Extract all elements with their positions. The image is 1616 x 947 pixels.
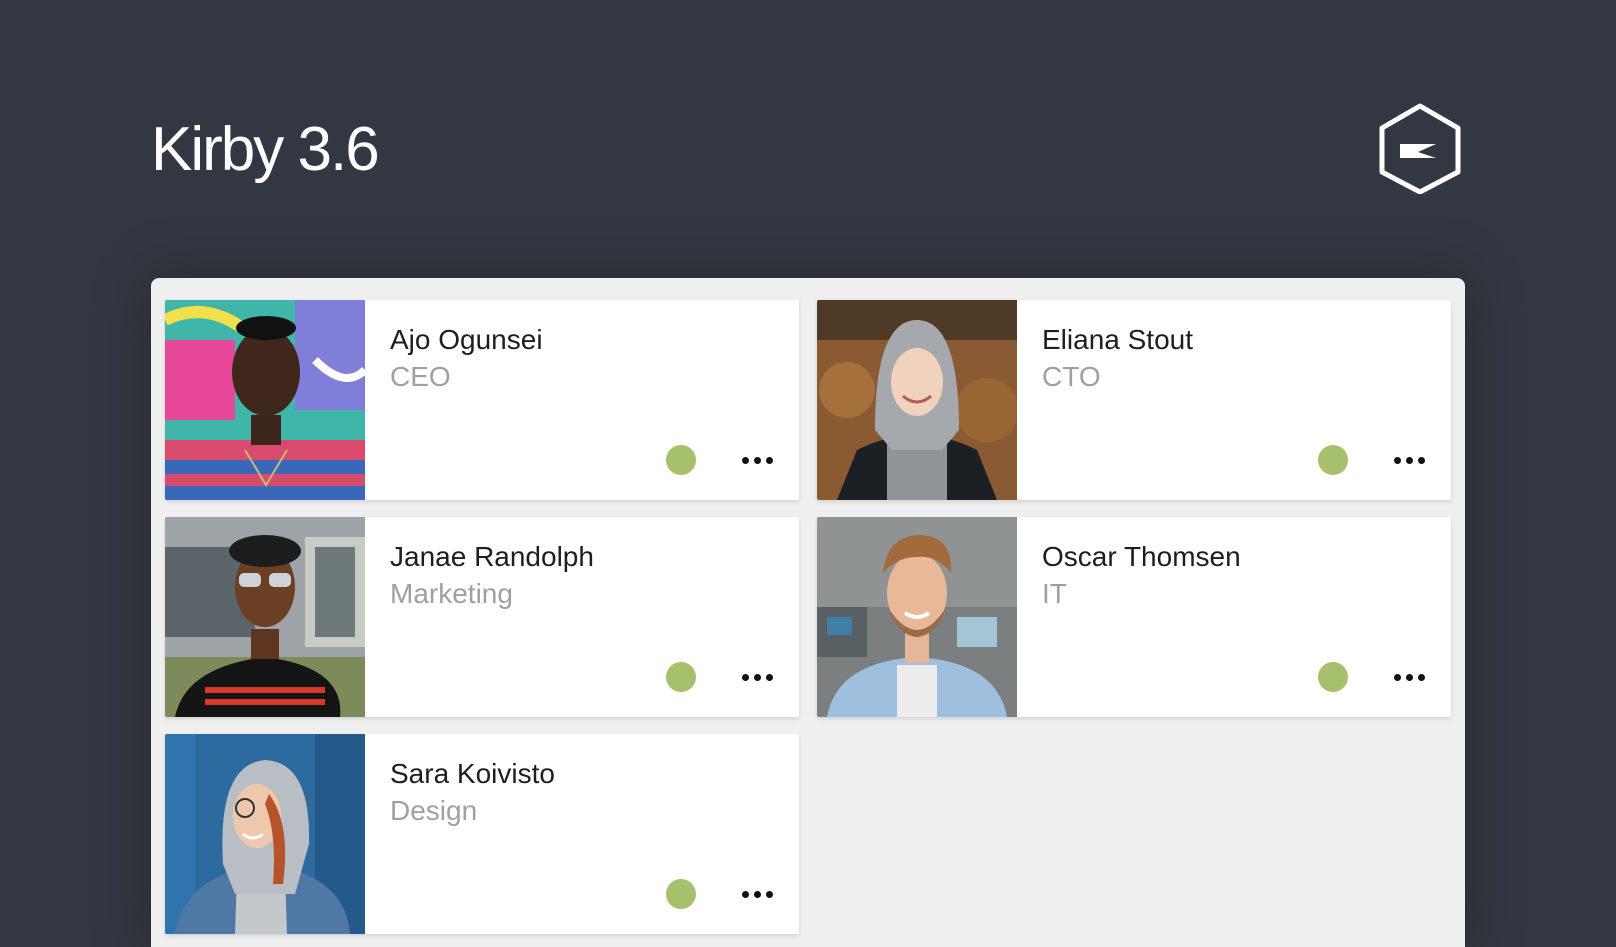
user-card[interactable]: Sara Koivisto Design — [165, 734, 799, 934]
user-card[interactable]: Eliana Stout CTO — [817, 300, 1451, 500]
options-menu-button[interactable] — [735, 662, 779, 692]
users-panel: Ajo Ogunsei CEO Eliana Stout CTO Janae R… — [151, 278, 1465, 947]
user-role: CTO — [1042, 361, 1101, 392]
options-menu-button[interactable] — [735, 445, 779, 475]
user-avatar — [817, 300, 1017, 500]
user-avatar — [165, 517, 365, 717]
user-name: Oscar Thomsen — [1042, 541, 1241, 572]
user-avatar — [165, 300, 365, 500]
options-menu-button[interactable] — [1387, 445, 1431, 475]
user-avatar — [817, 517, 1017, 717]
user-role: Design — [390, 795, 478, 826]
page-title: Kirby 3.6 — [151, 115, 380, 184]
user-name: Janae Randolph — [390, 541, 594, 572]
user-avatar — [165, 734, 365, 934]
user-name: Eliana Stout — [1042, 324, 1193, 355]
user-role: CEO — [390, 361, 451, 392]
status-indicator — [1318, 445, 1348, 475]
user-card[interactable]: Janae Randolph Marketing — [165, 517, 799, 717]
options-menu-button[interactable] — [735, 879, 779, 909]
status-indicator — [1318, 662, 1348, 692]
status-indicator — [666, 662, 696, 692]
status-indicator — [666, 445, 696, 475]
user-role: IT — [1042, 578, 1067, 609]
user-card[interactable]: Oscar Thomsen IT — [817, 517, 1451, 717]
status-indicator — [666, 879, 696, 909]
user-card[interactable]: Ajo Ogunsei CEO — [165, 300, 799, 500]
options-menu-button[interactable] — [1387, 662, 1431, 692]
user-name: Ajo Ogunsei — [390, 324, 543, 355]
page: Kirby 3.6 Ajo Ogunsei CEO Eliana Stout C… — [0, 0, 1616, 947]
user-role: Marketing — [390, 578, 513, 609]
kirby-logo-icon — [1378, 102, 1462, 195]
user-name: Sara Koivisto — [390, 758, 555, 789]
